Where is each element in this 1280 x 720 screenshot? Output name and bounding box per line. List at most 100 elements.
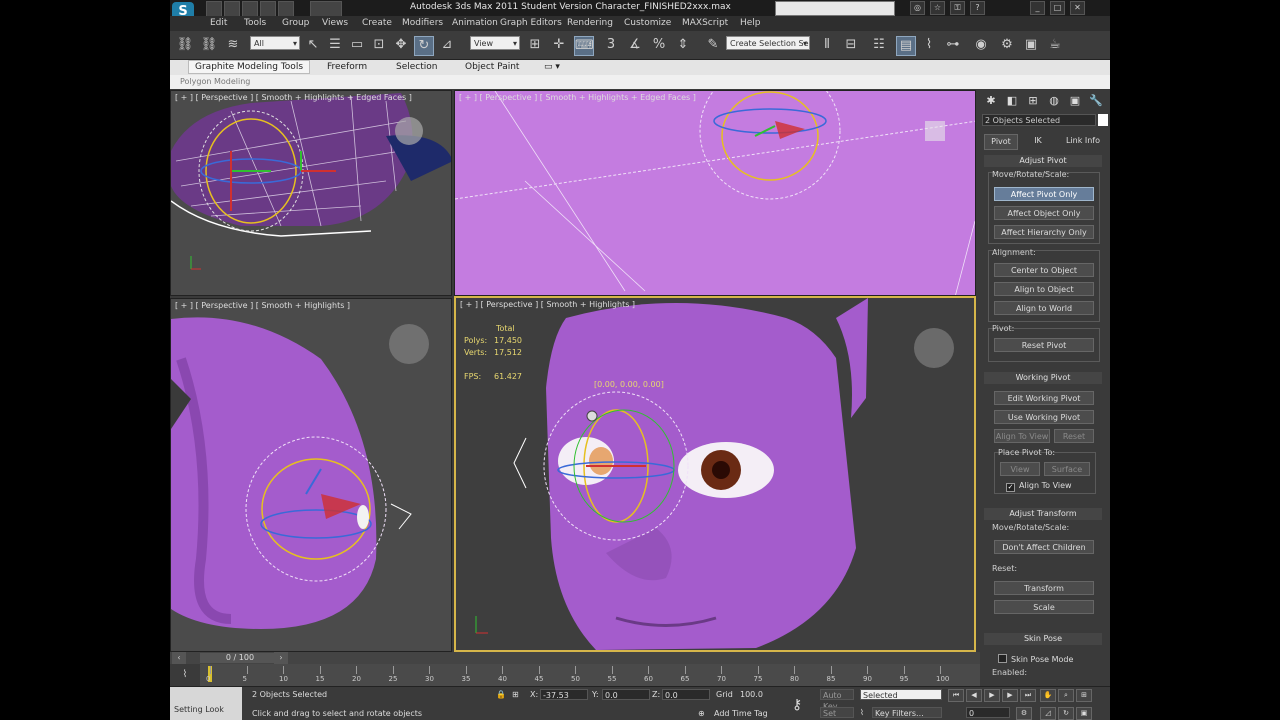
menu-group[interactable]: Group bbox=[282, 18, 309, 28]
viewport-label[interactable]: [ + ] [ Perspective ] [ Smooth + Highlig… bbox=[175, 301, 350, 310]
scale-button[interactable]: Scale bbox=[994, 600, 1094, 614]
select-move-icon[interactable]: ✥ bbox=[392, 36, 410, 54]
spinner-snap-icon[interactable]: ⇕ bbox=[674, 36, 692, 54]
goto-end-icon[interactable]: ⏭ bbox=[1020, 689, 1036, 702]
menu-customize[interactable]: Customize bbox=[624, 18, 671, 28]
track-bar[interactable]: ⌇ 0 5 10 15 20 25 30 35 40 45 50 55 60 65 70 75 80 85 90 95… bbox=[170, 664, 980, 686]
render-setup-icon[interactable]: ⚙ bbox=[998, 36, 1016, 54]
viewport-bottom-right[interactable]: [ + ] [ Perspective ] [ Smooth + Highlig… bbox=[454, 296, 976, 652]
slider-prev-button[interactable]: ‹ bbox=[172, 652, 186, 664]
menu-edit[interactable]: Edit bbox=[210, 18, 227, 28]
maxscript-listener[interactable]: Setting Look bbox=[170, 687, 242, 720]
menu-create[interactable]: Create bbox=[362, 18, 392, 28]
place-pivot-surface-button[interactable]: Surface bbox=[1044, 462, 1090, 476]
viewport-label[interactable]: [ + ] [ Perspective ] [ Smooth + Highlig… bbox=[175, 93, 412, 102]
reset-working-pivot-button[interactable]: Reset bbox=[1054, 429, 1094, 443]
tab-selection[interactable]: Selection bbox=[396, 62, 437, 72]
field-of-view-icon[interactable]: ◿ bbox=[1040, 707, 1056, 720]
viewcube-icon[interactable] bbox=[389, 324, 429, 364]
time-tag-icon[interactable]: ⊕ bbox=[698, 709, 705, 718]
pan-view-icon[interactable]: ✋ bbox=[1040, 689, 1056, 702]
create-panel-icon[interactable]: ✱ bbox=[983, 93, 999, 108]
unlink-icon[interactable]: ⛓ bbox=[200, 36, 218, 54]
select-object-icon[interactable]: ↖ bbox=[304, 36, 322, 54]
time-slider[interactable]: 0 / 100 ‹ › bbox=[170, 652, 980, 664]
adjust-pivot-rollout-header[interactable]: Adjust Pivot bbox=[984, 155, 1102, 167]
tab-ik[interactable]: IK bbox=[1024, 134, 1052, 148]
selected-dropdown[interactable]: Selected bbox=[860, 689, 942, 700]
viewcube-icon[interactable] bbox=[914, 328, 954, 368]
lock-selection-icon[interactable]: 🔒 bbox=[496, 690, 506, 699]
motion-panel-icon[interactable]: ◍ bbox=[1046, 93, 1062, 108]
slider-next-button[interactable]: › bbox=[274, 652, 288, 664]
new-file-icon[interactable] bbox=[206, 1, 222, 17]
align-to-view-button[interactable]: Align To View bbox=[994, 429, 1050, 443]
display-panel-icon[interactable]: ▣ bbox=[1067, 93, 1083, 108]
viewport-bottom-left[interactable]: [ + ] [ Perspective ] [ Smooth + Highlig… bbox=[170, 298, 452, 652]
menu-animation[interactable]: Animation bbox=[452, 18, 498, 28]
center-to-object-button[interactable]: Center to Object bbox=[994, 263, 1094, 277]
star-icon[interactable]: ☆ bbox=[930, 1, 945, 15]
add-time-tag[interactable]: Add Time Tag bbox=[714, 709, 768, 718]
key-filters-button[interactable]: Key Filters... bbox=[872, 707, 942, 718]
tab-graphite-modeling-tools[interactable]: Graphite Modeling Tools bbox=[188, 60, 311, 74]
menu-help[interactable]: Help bbox=[740, 18, 761, 28]
absolute-mode-icon[interactable]: ⊞ bbox=[512, 690, 519, 699]
goto-start-icon[interactable]: ⏮ bbox=[948, 689, 964, 702]
skin-pose-mode-checkbox[interactable]: Skin Pose Mode bbox=[998, 654, 1073, 664]
schematic-view-icon[interactable]: ⊶ bbox=[944, 36, 962, 54]
current-frame-field[interactable]: 0 bbox=[966, 707, 1010, 718]
link-icon[interactable]: ⛓ bbox=[176, 36, 194, 54]
render-production-icon[interactable]: ☕ bbox=[1046, 36, 1064, 54]
redo-icon[interactable] bbox=[278, 1, 294, 17]
menu-maxscript[interactable]: MAXScript bbox=[682, 18, 728, 28]
window-crossing-icon[interactable]: ⊡ bbox=[370, 36, 388, 54]
pivot-center-icon[interactable]: ⊞ bbox=[526, 36, 544, 54]
menu-graph-editors[interactable]: Graph Editors bbox=[500, 18, 562, 28]
z-coordinate-field[interactable]: 0.0 bbox=[662, 689, 710, 700]
binoculars-icon[interactable]: ◎ bbox=[910, 1, 925, 15]
align-to-object-button[interactable]: Align to Object bbox=[994, 282, 1094, 296]
x-coordinate-field[interactable]: -37.53 bbox=[540, 689, 588, 700]
zoom-all-icon[interactable]: ⊞ bbox=[1076, 689, 1092, 702]
set-key-icon[interactable]: ⚷ bbox=[792, 697, 802, 713]
edit-named-selection-icon[interactable]: ✎ bbox=[704, 36, 722, 54]
reference-coordinate-dropdown[interactable]: View bbox=[470, 36, 520, 51]
affect-hierarchy-only-button[interactable]: Affect Hierarchy Only bbox=[994, 225, 1094, 239]
viewport-top-right[interactable]: [ + ] [ Perspective ] [ Smooth + Highlig… bbox=[454, 90, 976, 296]
y-coordinate-field[interactable]: 0.0 bbox=[602, 689, 650, 700]
tab-freeform[interactable]: Freeform bbox=[327, 62, 367, 72]
affect-object-only-button[interactable]: Affect Object Only bbox=[994, 206, 1094, 220]
edit-working-pivot-button[interactable]: Edit Working Pivot bbox=[994, 391, 1094, 405]
save-file-icon[interactable] bbox=[242, 1, 258, 17]
keyboard-shortcut-override-icon[interactable]: ⌨ bbox=[574, 36, 594, 56]
bind-space-warp-icon[interactable]: ≋ bbox=[224, 36, 242, 54]
layer-manager-icon[interactable]: ☷ bbox=[870, 36, 888, 54]
align-to-world-button[interactable]: Align to World bbox=[994, 301, 1094, 315]
menu-tools[interactable]: Tools bbox=[244, 18, 266, 28]
project-folder-icon[interactable] bbox=[310, 1, 342, 17]
hierarchy-panel-icon[interactable]: ⊞ bbox=[1025, 93, 1041, 108]
maximize-viewport-icon[interactable]: ▣ bbox=[1076, 707, 1092, 720]
working-pivot-rollout-header[interactable]: Working Pivot bbox=[984, 372, 1102, 384]
select-scale-icon[interactable]: ⊿ bbox=[438, 36, 456, 54]
material-editor-icon[interactable]: ◉ bbox=[972, 36, 990, 54]
key-icon[interactable]: ⚿ bbox=[950, 1, 965, 15]
open-file-icon[interactable] bbox=[224, 1, 240, 17]
mini-curve-editor-icon[interactable]: ⌇ bbox=[170, 664, 200, 686]
rendered-frame-window-icon[interactable]: ▣ bbox=[1022, 36, 1040, 54]
viewport-label[interactable]: [ + ] [ Perspective ] [ Smooth + Highlig… bbox=[459, 93, 696, 102]
viewcube-icon[interactable] bbox=[395, 117, 423, 145]
maximize-button[interactable]: □ bbox=[1050, 1, 1065, 15]
select-rotate-icon[interactable]: ↻ bbox=[414, 36, 434, 56]
selection-filter-dropdown[interactable]: All bbox=[250, 36, 300, 51]
menu-views[interactable]: Views bbox=[322, 18, 348, 28]
next-frame-icon[interactable]: ▶ bbox=[1002, 689, 1018, 702]
tab-pivot[interactable]: Pivot bbox=[984, 134, 1018, 150]
graphite-tools-toggle-icon[interactable]: ▤ bbox=[896, 36, 916, 56]
angle-snap-icon[interactable]: ∡ bbox=[626, 36, 644, 54]
viewport-top-left[interactable]: [ + ] [ Perspective ] [ Smooth + Highlig… bbox=[170, 90, 452, 296]
modify-panel-icon[interactable]: ◧ bbox=[1004, 93, 1020, 108]
viewport-label[interactable]: [ + ] [ Perspective ] [ Smooth + Highlig… bbox=[460, 300, 635, 309]
rect-selection-icon[interactable]: ▭ bbox=[348, 36, 366, 54]
